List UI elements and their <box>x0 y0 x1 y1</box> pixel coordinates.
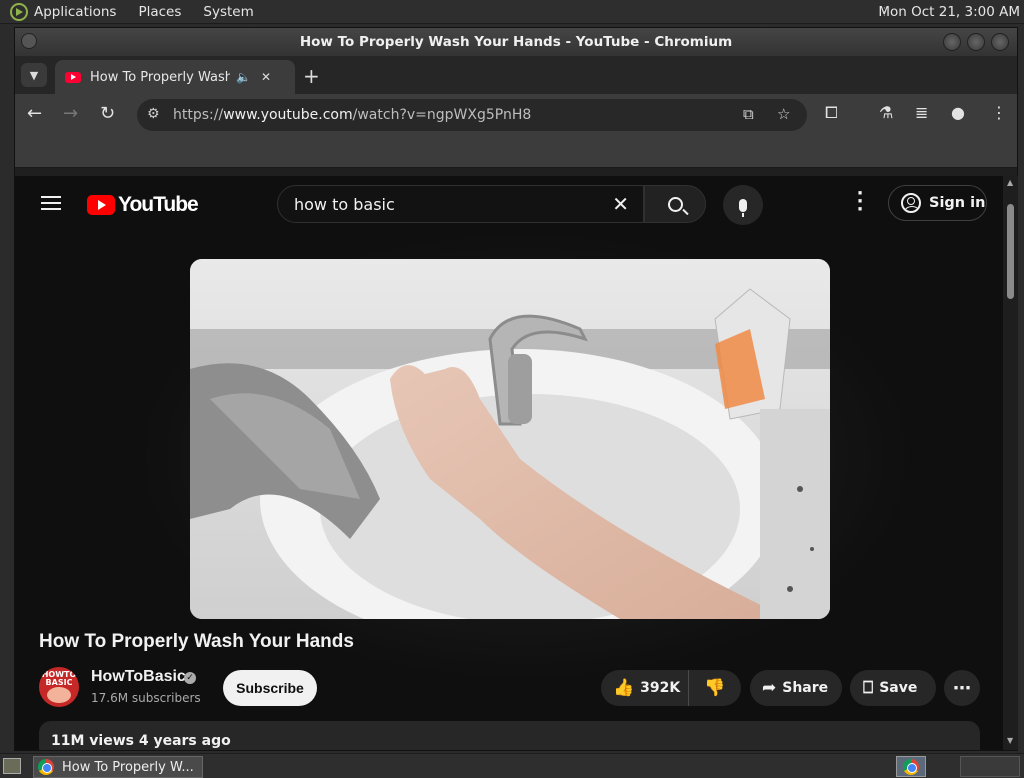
youtube-logo[interactable]: YouTube <box>87 193 199 217</box>
video-player[interactable] <box>190 259 830 619</box>
window-menu-icon[interactable] <box>21 33 37 49</box>
top-panel: Applications Places System ⋮ Mon Oct 21,… <box>0 0 1024 24</box>
new-tab-button[interactable]: + <box>303 64 320 88</box>
extensions-icon[interactable]: ⧠ <box>825 103 838 123</box>
youtube-favicon-icon <box>65 71 81 83</box>
bookmarks-bar <box>15 136 1017 168</box>
subscriber-count: 17.6M subscribers <box>91 691 201 705</box>
install-app-icon[interactable]: ⧉ <box>743 105 754 123</box>
share-arrow-icon: ➦ <box>762 678 777 698</box>
microphone-icon <box>739 198 747 217</box>
menu-places[interactable]: Places <box>138 4 181 20</box>
hamburger-menu-icon[interactable] <box>41 196 61 210</box>
avatar-face <box>47 687 71 703</box>
scroll-up-icon[interactable]: ▲ <box>1007 178 1013 187</box>
workspace-chromium-icon <box>903 758 919 775</box>
forward-icon[interactable]: → <box>63 103 78 124</box>
channel-avatar[interactable]: HOWTO BASIC <box>39 667 79 707</box>
youtube-page: YouTube how to basic ✕ · · · Sign in How… <box>15 176 1003 750</box>
page-scrollbar[interactable]: ▲ ▼ <box>1003 176 1018 750</box>
sign-in-button[interactable]: Sign in <box>888 185 987 221</box>
youtube-wordmark: YouTube <box>118 193 199 216</box>
youtube-header: YouTube how to basic ✕ · · · Sign in <box>15 176 1003 232</box>
save-button[interactable]: ⎕ Save <box>850 670 936 706</box>
like-count: 392K <box>640 680 681 696</box>
search-query: how to basic <box>294 194 395 214</box>
speaker-icon[interactable]: 🔈 <box>236 70 251 84</box>
youtube-play-logo-icon <box>87 195 115 215</box>
voice-search-button[interactable] <box>723 185 763 225</box>
more-actions-button[interactable]: ⋯ <box>944 670 980 706</box>
url-host: www.youtube.com <box>223 107 353 123</box>
share-button[interactable]: ➦ Share <box>750 670 842 706</box>
scroll-thumb[interactable] <box>1007 204 1014 299</box>
clear-search-icon[interactable]: ✕ <box>612 192 629 216</box>
sign-in-label: Sign in <box>929 195 986 211</box>
address-bar[interactable]: ⚙ https://www.youtube.com/watch?v=ngpWXg… <box>137 99 807 131</box>
minimize-icon[interactable] <box>943 33 961 51</box>
back-icon[interactable]: ← <box>27 103 42 124</box>
browser-menu-icon[interactable]: ⋮ <box>991 103 1007 122</box>
like-dislike-group: 👍 392K 👎 <box>601 670 741 706</box>
dislike-button[interactable]: 👎 <box>689 670 741 706</box>
url-scheme: https:// <box>173 107 224 123</box>
tab-youtube[interactable]: How To Properly Wash Your Hands - YouTub… <box>55 60 295 94</box>
maximize-icon[interactable] <box>967 33 985 51</box>
verified-check-icon: ✓ <box>184 672 196 684</box>
menu-applications[interactable]: Applications <box>34 4 116 20</box>
search-icon <box>667 196 683 212</box>
bottom-panel: How To Properly W... <box>0 753 1024 778</box>
thumbs-down-icon: 👎 <box>704 678 726 698</box>
browser-toolbar: ← → ↻ ⚙ https://www.youtube.com/watch?v=… <box>15 94 1017 136</box>
avatar-text: HOWTO BASIC <box>41 670 77 687</box>
channel-name[interactable]: HowToBasic <box>91 668 186 686</box>
taskbar-window-label: How To Properly W... <box>62 759 194 775</box>
workspace-1[interactable] <box>896 756 926 777</box>
save-label: Save <box>879 680 918 696</box>
media-controls-icon[interactable]: ≣ <box>915 103 928 122</box>
tab-title: How To Properly Wash Your Hands - YouTub… <box>90 69 230 85</box>
taskbar-window-button[interactable]: How To Properly W... <box>33 756 203 778</box>
window-title: How To Properly Wash Your Hands - YouTub… <box>299 34 733 50</box>
reload-icon[interactable]: ↻ <box>100 103 115 124</box>
show-desktop-icon[interactable] <box>3 758 21 774</box>
window-titlebar[interactable]: How To Properly Wash Your Hands - YouTub… <box>15 28 1017 56</box>
video-title: How To Properly Wash Your Hands <box>39 631 354 652</box>
bookmark-star-icon[interactable]: ☆ <box>777 105 790 123</box>
thumbs-up-icon: 👍 <box>613 678 635 698</box>
search-input[interactable]: how to basic ✕ <box>277 185 644 223</box>
search-button[interactable] <box>644 185 706 223</box>
tab-search-button[interactable]: ▼ <box>21 63 47 87</box>
close-tab-icon[interactable]: ✕ <box>261 70 271 84</box>
labs-flask-icon[interactable]: ⚗ <box>879 103 893 122</box>
url-path: /watch?v=ngpWXg5PnH8 <box>352 107 532 123</box>
bookmark-icon: ⎕ <box>863 678 874 698</box>
profile-icon[interactable]: ● <box>951 103 965 122</box>
chromium-icon <box>38 759 54 775</box>
video-frame-hand-washing <box>190 259 830 619</box>
browser-window: How To Properly Wash Your Hands - YouTub… <box>14 27 1018 751</box>
site-info-icon[interactable]: ⚙ <box>147 106 160 122</box>
clock[interactable]: Mon Oct 21, 3:00 AM <box>878 4 1020 20</box>
close-window-icon[interactable] <box>991 33 1009 51</box>
subscribe-button[interactable]: Subscribe <box>223 670 317 706</box>
like-button[interactable]: 👍 392K <box>601 670 689 706</box>
scroll-down-icon[interactable]: ▼ <box>1007 736 1013 745</box>
share-label: Share <box>782 680 829 696</box>
views-and-date: 11M views 4 years ago <box>51 733 231 749</box>
gnome-foot-icon[interactable] <box>10 2 28 21</box>
tab-strip: ▼ How To Properly Wash Your Hands - YouT… <box>15 56 1017 94</box>
menu-system[interactable]: System <box>203 4 253 20</box>
description-box[interactable]: 11M views 4 years ago <box>39 721 980 750</box>
settings-kebab-icon[interactable]: · · · <box>855 185 865 219</box>
more-horizontal-icon: ⋯ <box>953 677 971 699</box>
user-circle-icon <box>901 193 921 213</box>
workspace-2[interactable] <box>960 756 1020 777</box>
